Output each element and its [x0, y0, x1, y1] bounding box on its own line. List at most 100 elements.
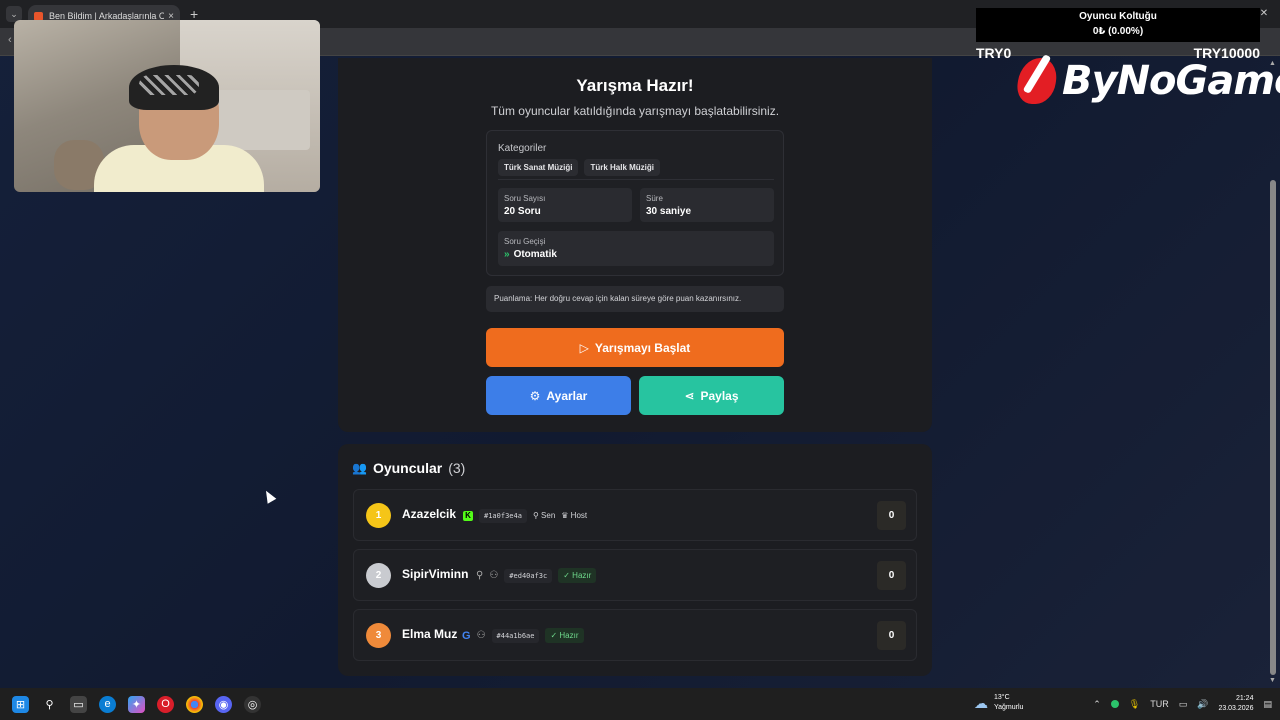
player-tags: ⚲ ⚇ #ed40af3c ✓ Hazır [476, 568, 597, 583]
windows-start-icon[interactable]: ⊞ [12, 695, 29, 713]
quiz-subtitle: Tüm oyuncular katıldığında yarışmayı baş… [490, 104, 780, 118]
status-dot-icon[interactable] [1110, 700, 1119, 708]
question-count-label: Soru Sayısı [504, 194, 546, 203]
google-icon: G [462, 629, 471, 642]
player-row[interactable]: 1 Azazelcik K #1a0f3e4a ⚲ Sen ♛ Host 0 [353, 489, 917, 541]
taskbar: ⊞ ⚲ ▭ e ✦ O ◉ ◎ ☁ 13°C Yağmurlu ⌃ 🎙 TUR … [0, 688, 1280, 720]
players-header: 👥 Oyuncular (3) [352, 460, 465, 476]
host-tag: ♛ Host [561, 511, 588, 520]
start-quiz-button[interactable]: ▷ Yarışmayı Başlat [486, 328, 784, 367]
webcam-feed [14, 20, 320, 192]
donation-goal-value: 0₺ (0.00%) [1092, 26, 1144, 37]
kick-platform-icon: K [463, 510, 473, 521]
duration-label: Süre [646, 194, 663, 203]
language-indicator[interactable]: TUR [1150, 699, 1169, 709]
quiz-ready-card: Yarışma Hazır! Tüm oyuncular katıldığınd… [338, 58, 932, 432]
scroll-down-icon[interactable]: ▼ [1269, 677, 1276, 684]
gear-icon: ⚙ [529, 388, 541, 403]
quiz-settings-box: Kategoriler Türk Sanat Müziği Türk Halk … [486, 130, 784, 276]
scoring-info: Puanlama: Her doğru cevap için kalan sür… [486, 286, 784, 312]
obs-icon[interactable]: ◎ [244, 695, 261, 713]
weather-temp: 13°C [994, 694, 1010, 701]
clock[interactable]: 21:24 23.03.2026 [1218, 694, 1253, 714]
clock-time: 21:24 [1235, 695, 1254, 702]
category-chips: Türk Sanat Müziği Türk Halk Müziği [498, 159, 661, 176]
player-name: Elma Muz [402, 627, 458, 641]
ready-badge: ✓ Hazır [558, 568, 597, 583]
player-tags: G ⚇ #44a1b6ae ✓ Hazır [462, 628, 584, 643]
share-icon: ⋖ [684, 388, 695, 403]
players-count: (3) [448, 460, 466, 476]
kick-player-icon[interactable]: ⚇ [477, 630, 486, 641]
back-button[interactable]: ‹ [8, 34, 12, 46]
chrome-icon[interactable] [186, 695, 203, 713]
player-id: #1a0f3e4a [479, 508, 527, 523]
player-id: #44a1b6ae [491, 628, 540, 643]
quiz-title: Yarışma Hazır! [576, 76, 694, 95]
player-row[interactable]: 2 SipirViminn ⚲ ⚇ #ed40af3c ✓ Hazır 0 [353, 549, 917, 601]
transition-value: Otomatik [513, 249, 557, 260]
double-chevron-icon: » [504, 249, 510, 260]
categories-label: Kategoriler [498, 143, 547, 154]
search-icon[interactable]: ⚲ [41, 696, 58, 713]
transition-label: Soru Geçişi [504, 237, 546, 246]
clock-date: 23.03.2026 [1218, 705, 1254, 712]
users-icon: 👥 [352, 461, 367, 475]
player-rank-badge: 1 [366, 503, 391, 528]
duration-stat: Süre 30 saniye [640, 188, 774, 222]
players-title: Oyuncular [372, 460, 443, 476]
tray-expand-icon[interactable]: ⌃ [1093, 699, 1101, 710]
player-name: SipirViminn [402, 567, 469, 581]
weather-widget[interactable]: ☁ 13°C Yağmurlu [974, 693, 1023, 713]
player-score: 0 [877, 621, 906, 650]
player-row[interactable]: 3 Elma Muz G ⚇ #44a1b6ae ✓ Hazır 0 [353, 609, 917, 661]
edge-icon[interactable]: e [99, 695, 116, 713]
copilot-icon[interactable]: ✦ [128, 695, 145, 713]
settings-button[interactable]: ⚙ Ayarlar [486, 376, 631, 415]
donation-goal-box: Oyuncu Koltuğu 0₺ (0.00%) [976, 8, 1260, 42]
donation-goal-title: Oyuncu Koltuğu [1079, 11, 1157, 22]
webcam-furniture [210, 90, 310, 150]
duration-value: 30 saniye [646, 206, 692, 217]
player-rank-badge: 2 [366, 563, 391, 588]
bynogame-logo-text: ByNoGame [1062, 58, 1280, 104]
settings-label: Ayarlar [546, 388, 588, 403]
share-label: Paylaş [700, 388, 739, 403]
network-icon[interactable]: ▭ [1179, 699, 1188, 710]
transition-stat: Soru Geçişi » Otomatik [498, 231, 774, 266]
start-quiz-label: Yarışmayı Başlat [594, 340, 691, 355]
mouse-cursor [261, 488, 277, 504]
scroll-up-icon[interactable]: ▲ [1269, 60, 1276, 67]
opera-icon[interactable]: O [157, 695, 174, 713]
category-chip: Türk Sanat Müziği [498, 159, 579, 176]
player-rank-badge: 3 [366, 623, 391, 648]
weather-desc: Yağmurlu [994, 704, 1024, 711]
share-button[interactable]: ⋖ Paylaş [639, 376, 784, 415]
player-id: #ed40af3c [504, 568, 553, 583]
player-name: Azazelcik [402, 507, 457, 521]
volume-icon[interactable]: 🔊 [1197, 699, 1208, 710]
webcam-bandana [129, 65, 219, 110]
player-tags: K #1a0f3e4a ⚲ Sen ♛ Host [463, 508, 587, 523]
kick-player-icon[interactable]: ⚇ [489, 570, 498, 581]
task-view-icon[interactable]: ▭ [70, 695, 87, 713]
player-score: 0 [877, 501, 906, 530]
taskbar-apps: ⊞ ⚲ ▭ e ✦ O ◉ ◎ [12, 695, 261, 713]
players-card: 👥 Oyuncular (3) 1 Azazelcik K #1a0f3e4a … [338, 444, 932, 676]
microphone-icon[interactable]: 🎙 [1129, 699, 1140, 710]
scroll-thumb[interactable] [1270, 180, 1276, 675]
notification-icon[interactable]: ▤ [1263, 699, 1272, 710]
player-score: 0 [877, 561, 906, 590]
bynogame-logo: ByNoGame [1014, 58, 1280, 104]
bynogame-mark-icon [1014, 58, 1060, 104]
category-chip: Türk Halk Müziği [584, 159, 661, 176]
donation-goal-min: TRY0 [976, 45, 1012, 61]
rain-cloud-icon: ☁ [974, 694, 988, 711]
divider [498, 179, 774, 180]
page-scrollbar[interactable]: ▲ ▼ [1269, 60, 1276, 684]
question-count-value: 20 Soru [504, 206, 541, 217]
user-icon: ⚲ [476, 570, 484, 581]
question-count-stat: Soru Sayısı 20 Soru [498, 188, 632, 222]
play-icon: ▷ [579, 340, 589, 355]
discord-icon[interactable]: ◉ [215, 695, 232, 713]
